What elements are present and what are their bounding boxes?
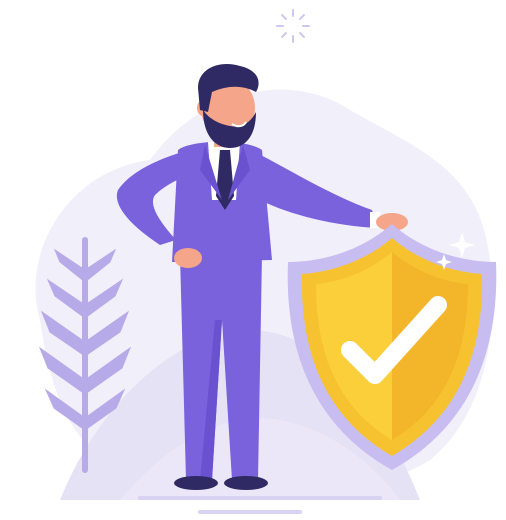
ground-lines [138, 496, 382, 514]
illustration-canvas [35, 9, 497, 514]
man-hand-left [174, 248, 202, 268]
sun-icon [276, 9, 310, 43]
shoe-left [174, 476, 218, 490]
security-illustration [0, 0, 506, 520]
shoe-right [224, 476, 268, 490]
